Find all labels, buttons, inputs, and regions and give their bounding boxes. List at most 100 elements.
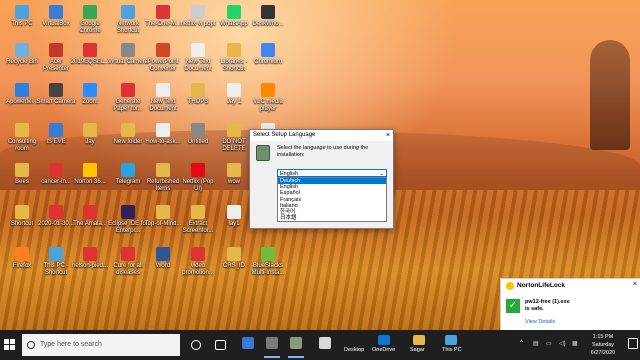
desktop-icon[interactable]: New Text Document xyxy=(143,80,183,122)
desktop-icon-glyph xyxy=(261,5,275,19)
volume-icon[interactable]: ◁) xyxy=(559,340,566,347)
desktop-icon-label: Top-of-Mind... xyxy=(144,221,182,227)
setup-taskbar-icon[interactable] xyxy=(286,335,306,358)
windows-logo-icon xyxy=(4,339,9,344)
desktop-icon[interactable]: Refurbished Items xyxy=(143,160,183,202)
language-option[interactable]: 日本語 xyxy=(278,215,386,221)
onedrive-label[interactable]: OneDrive xyxy=(372,347,395,353)
desktop-icon-label: New Text Document xyxy=(149,99,177,112)
setup-language-dialog: Select Setup Language × Select the langu… xyxy=(249,129,394,229)
desktop-icon-glyph xyxy=(227,5,241,19)
desktop-icon-glyph xyxy=(156,83,170,97)
desktop-icon[interactable]: New Text Document xyxy=(178,40,218,82)
desktop-icon-label: The-One-M... xyxy=(145,21,181,27)
taskbar-search-box[interactable]: Type here to search xyxy=(22,334,180,356)
desktop-icon-label: Refurbished Items xyxy=(146,179,180,192)
desktop-icon[interactable]: VLC media player xyxy=(248,80,288,122)
desktop-icon[interactable]: New folder xyxy=(108,120,148,162)
desktop-toolbar-label[interactable]: Desktop xyxy=(344,347,364,353)
desktop-icon-glyph xyxy=(121,247,135,261)
battery-icon[interactable]: ▭ xyxy=(546,340,552,347)
taskbar: Type here to search Desktop OneDrive Sag… xyxy=(0,330,640,360)
norton-notification[interactable]: NortonLifeLock × ✓ pw12-free (1).exe is … xyxy=(500,278,640,332)
desktop-icon[interactable]: DeskWho... xyxy=(248,2,288,44)
folder-icon[interactable] xyxy=(413,335,425,345)
this-pc-label[interactable]: This PC xyxy=(442,347,462,353)
desktop-icon[interactable]: Netflix (Pop UI) xyxy=(178,160,218,202)
dialog-message: Select the language to use during the in… xyxy=(277,145,369,158)
network-icon[interactable]: ▤ xyxy=(533,340,539,347)
desktop-icon-glyph xyxy=(156,205,170,219)
close-icon[interactable]: × xyxy=(386,130,390,141)
desktop-icon[interactable]: BlueStacks Multi-Insta... xyxy=(248,244,288,286)
desktop-icon-glyph xyxy=(191,43,205,57)
desktop-icon[interactable]: 2019EQSEL... xyxy=(70,40,110,82)
desktop-icon[interactable]: Extract Screenfor... xyxy=(178,202,218,244)
desktop-icon[interactable]: video promotion... xyxy=(178,244,218,286)
desktop-icon-label: Chromium xyxy=(254,59,282,65)
sagar-label[interactable]: Sagar xyxy=(410,347,425,353)
desktop-icon-label: Telegram xyxy=(115,179,141,185)
desktop-icon-glyph xyxy=(261,83,275,97)
desktop-icon[interactable]: Top-of-Mind... xyxy=(143,202,183,244)
desktop-icon[interactable]: The-One-M... xyxy=(143,2,183,44)
desktop-icon-label: VLC media player xyxy=(253,99,283,112)
desktop-icon[interactable]: nelson-pied... xyxy=(70,244,110,286)
desktop-icon[interactable]: Eclipse IDE for Enterpr... xyxy=(108,202,148,244)
desktop-icon-label: Virtual Camera xyxy=(108,59,148,65)
checkmark-icon: ✓ xyxy=(506,299,520,313)
desktop-icon[interactable]: Norton 36... xyxy=(70,160,110,202)
desktop-icon-glyph xyxy=(121,43,135,57)
desktop-icon[interactable]: Zoom xyxy=(70,80,110,122)
cortana-icon[interactable] xyxy=(186,335,206,355)
desktop-icon-glyph xyxy=(49,123,63,137)
system-clock[interactable]: 1:15 PM Saturday 6/27/2020 xyxy=(583,333,623,357)
clock-time: 1:15 PM xyxy=(592,334,614,340)
desktop-icon-label: 2019EQSEL... xyxy=(70,59,110,65)
desktop-icon-glyph xyxy=(191,247,205,261)
desktop-icon-glyph xyxy=(121,5,135,19)
desktop-icon-glyph xyxy=(191,123,205,137)
desktop-icon[interactable]: Word xyxy=(143,244,183,286)
desktop-icon-label: Zoom xyxy=(82,99,98,105)
store-icon[interactable] xyxy=(238,335,258,355)
desktop-icon[interactable]: How-to-ask... xyxy=(143,120,183,162)
desktop-icon[interactable]: Google Chrome xyxy=(70,2,110,44)
language-options-list: Deutsch English Español Français Italiano 한국어… xyxy=(277,177,387,223)
action-center-icon[interactable] xyxy=(628,338,638,349)
keyboard-icon[interactable]: ▦ xyxy=(572,340,578,347)
desktop-icon-glyph xyxy=(227,83,241,97)
monitor-icon[interactable] xyxy=(445,335,457,345)
language-select[interactable]: English ⌄ xyxy=(277,169,387,177)
desktop-icon[interactable]: Network Shortcut xyxy=(108,2,148,44)
installer-icon xyxy=(256,145,270,161)
norton-message: pw12-free (1).exe is safe. xyxy=(525,299,570,313)
onedrive-icon[interactable] xyxy=(378,335,390,345)
start-button[interactable] xyxy=(4,339,16,351)
dialog-titlebar[interactable]: Select Setup Language × xyxy=(250,130,393,141)
desktop-icon[interactable]: Telegram xyxy=(108,160,148,202)
desktop-icon[interactable]: netflix vi popt xyxy=(178,2,218,44)
task-view-icon[interactable] xyxy=(210,335,230,355)
desktop-icon[interactable]: PowerPoint Converter xyxy=(143,40,183,82)
desktop-icon-label: Eclipse IDE for Enterpr... xyxy=(108,221,148,234)
desktop-icon-glyph xyxy=(49,205,63,219)
desktop-icon[interactable]: Untitled xyxy=(178,120,218,162)
desktop-icon[interactable]: Cure for all diseases xyxy=(108,244,148,286)
view-details-link[interactable]: View Details xyxy=(525,319,555,325)
desktop-icon[interactable]: Virtual Camera xyxy=(108,40,148,82)
app-icon[interactable] xyxy=(315,335,335,355)
desktop-icon[interactable]: Generate Paper for... xyxy=(108,80,148,122)
desktop-icon-label: Word xyxy=(155,263,171,269)
desktop-icon[interactable]: Chromium xyxy=(248,40,288,82)
desktop-icon-label: Jay xyxy=(85,139,95,145)
desktop-icon-glyph xyxy=(121,205,135,219)
desktop-icon-label: New Text Document xyxy=(184,59,212,72)
desktop-icon[interactable]: Jay xyxy=(70,120,110,162)
close-icon[interactable]: × xyxy=(633,281,637,288)
chevron-up-icon[interactable]: ^ xyxy=(520,340,523,346)
installer-taskbar-icon[interactable] xyxy=(262,335,282,358)
desktop-icon-glyph xyxy=(121,83,135,97)
desktop-icon[interactable]: THOPS xyxy=(178,80,218,122)
desktop-icon[interactable]: The Amala... xyxy=(70,202,110,244)
